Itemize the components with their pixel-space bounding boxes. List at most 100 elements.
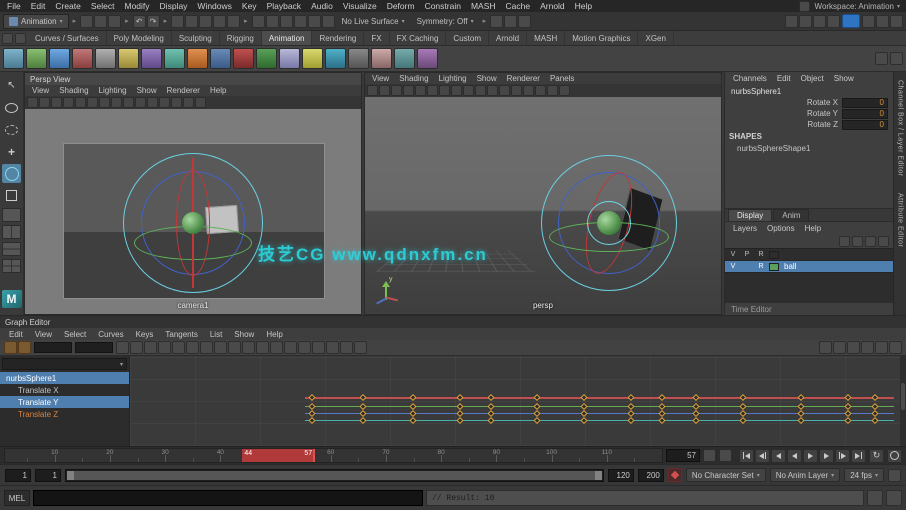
left-viewport-title[interactable]: Persp View	[25, 73, 361, 85]
shelf-tool-icon[interactable]	[210, 48, 231, 69]
viewport-toolbar-icon[interactable]	[99, 97, 110, 108]
graph-outliner-row[interactable]: Translate Z	[0, 408, 129, 420]
layout-single-pane-button[interactable]	[2, 208, 21, 222]
keyframe[interactable]	[409, 416, 417, 424]
keyframe[interactable]	[487, 409, 495, 417]
layer-color-swatch[interactable]	[769, 262, 779, 271]
go-to-start-button[interactable]	[739, 448, 754, 463]
graph-toolbar-icon[interactable]	[270, 341, 283, 354]
layer-row[interactable]: VPR	[725, 249, 893, 261]
anim-curve[interactable]	[304, 397, 895, 399]
tab-display[interactable]: Display	[728, 209, 773, 221]
stats-field-1[interactable]	[34, 342, 72, 353]
symmetry-selector[interactable]: Symmetry: Off ▾	[417, 17, 474, 26]
tab-attribute-editor[interactable]: Attribute Editor	[897, 193, 904, 247]
viewport-menu-item[interactable]: View	[27, 86, 54, 95]
viewport-menu-item[interactable]: Shading	[54, 86, 93, 95]
shelf-tab[interactable]: Animation	[261, 31, 313, 45]
keyframe[interactable]	[844, 394, 852, 402]
keyframe[interactable]	[844, 416, 852, 424]
viewport-menu-item[interactable]: Show	[132, 86, 162, 95]
keyframe[interactable]	[580, 402, 588, 410]
keyframe[interactable]	[359, 409, 367, 417]
graph-outliner-row[interactable]: Translate X	[0, 384, 129, 396]
keyframe[interactable]	[871, 402, 879, 410]
keyframe[interactable]	[456, 394, 464, 402]
graph-view-icon[interactable]	[847, 341, 860, 354]
move-tool-icon[interactable]	[2, 142, 21, 161]
keyframe[interactable]	[692, 394, 701, 402]
shelf-tab[interactable]: Curves / Surfaces	[28, 31, 107, 45]
keyframe[interactable]	[658, 394, 666, 402]
timeline-selection[interactable]: 44 57	[242, 449, 315, 462]
menu-item[interactable]: Select	[86, 1, 120, 11]
graph-mode-icon[interactable]	[18, 341, 31, 354]
layer-toolbar-icon[interactable]	[852, 236, 863, 247]
viewport-toolbar-icon[interactable]	[27, 97, 38, 108]
sphere-object[interactable]	[182, 212, 204, 234]
shelf-scroll-icon[interactable]	[875, 52, 888, 65]
tab-anim[interactable]: Anim	[773, 209, 810, 221]
time-slider[interactable]: 1020304050607080901001104457	[4, 448, 663, 463]
keyframe[interactable]	[409, 402, 417, 410]
mute-audio-icon[interactable]	[888, 468, 901, 482]
graph-toolbar-icon[interactable]	[298, 341, 311, 354]
menu-set-selector[interactable]: Animation ▾	[3, 13, 69, 29]
sidebar-toggle-icon[interactable]	[876, 14, 889, 28]
animation-end-field[interactable]: 200	[637, 468, 664, 482]
menu-item[interactable]: Constrain	[420, 1, 466, 11]
shelf-tab[interactable]: Arnold	[489, 31, 528, 45]
menu-item[interactable]: Modify	[120, 1, 155, 11]
viewport-toolbar-icon[interactable]	[123, 97, 134, 108]
layer-toolbar-icon[interactable]	[839, 236, 850, 247]
graph-toolbar-icon[interactable]	[242, 341, 255, 354]
viewport-toolbar-icon[interactable]	[75, 97, 86, 108]
channel-row[interactable]: Rotate X0	[725, 97, 893, 108]
viewport-menu-item[interactable]: Renderer	[162, 86, 205, 95]
sphere-object[interactable]	[597, 211, 621, 235]
display-toggle-icon[interactable]	[799, 14, 812, 28]
shelf-tool-icon[interactable]	[348, 48, 369, 69]
shape-name[interactable]: nurbsSphereShape1	[725, 142, 893, 154]
keyframe[interactable]	[797, 394, 805, 402]
viewport-menu-item[interactable]: Renderer	[502, 74, 545, 83]
viewport-toolbar-icon[interactable]	[523, 85, 534, 96]
keyframe[interactable]	[626, 416, 635, 424]
shelf-tool-icon[interactable]	[325, 48, 346, 69]
anim-curve[interactable]	[304, 419, 895, 422]
viewport-toolbar-icon[interactable]	[111, 97, 122, 108]
menu-item[interactable]: Windows	[192, 1, 236, 11]
animation-start-field[interactable]: 1	[5, 468, 31, 482]
snap-icon[interactable]	[199, 14, 213, 28]
step-back-key-button[interactable]	[755, 448, 770, 463]
menu-item[interactable]: Visualize	[338, 1, 382, 11]
graph-toolbar-icon[interactable]	[130, 341, 143, 354]
sidebar-toggle-icon[interactable]	[890, 14, 903, 28]
save-scene-icon[interactable]	[108, 14, 122, 28]
layer-row[interactable]: V Rball	[725, 261, 893, 273]
keyframe[interactable]	[658, 402, 666, 410]
snap-icon[interactable]	[185, 14, 199, 28]
play-forwards-button[interactable]	[803, 448, 818, 463]
shelf-tool-icon[interactable]	[417, 48, 438, 69]
viewport-menu-item[interactable]: Show	[472, 74, 502, 83]
layer-editor-menu[interactable]: Layers	[728, 224, 762, 233]
selection-mask-icon[interactable]	[307, 14, 321, 28]
render-icon[interactable]	[504, 14, 518, 28]
menu-item[interactable]: Display	[155, 1, 193, 11]
shelf-tool-icon[interactable]	[141, 48, 162, 69]
group-collapse-arrow[interactable]: ▸	[162, 17, 170, 25]
anim-curve[interactable]	[304, 412, 895, 415]
keyframe[interactable]	[308, 409, 316, 417]
channel-box-menu[interactable]: Channels	[728, 74, 772, 83]
shelf-tool-icon[interactable]	[302, 48, 323, 69]
selection-mask-icon[interactable]	[293, 14, 307, 28]
redo-icon[interactable]	[146, 14, 160, 28]
shelf-tool-icon[interactable]	[3, 48, 24, 69]
snap-icon[interactable]	[171, 14, 185, 28]
display-toggle-icon[interactable]	[827, 14, 840, 28]
graph-editor-menu[interactable]: View	[29, 330, 58, 339]
shelf-tool-icon[interactable]	[394, 48, 415, 69]
curve-view[interactable]	[130, 356, 906, 446]
viewport-toolbar-icon[interactable]	[511, 85, 522, 96]
